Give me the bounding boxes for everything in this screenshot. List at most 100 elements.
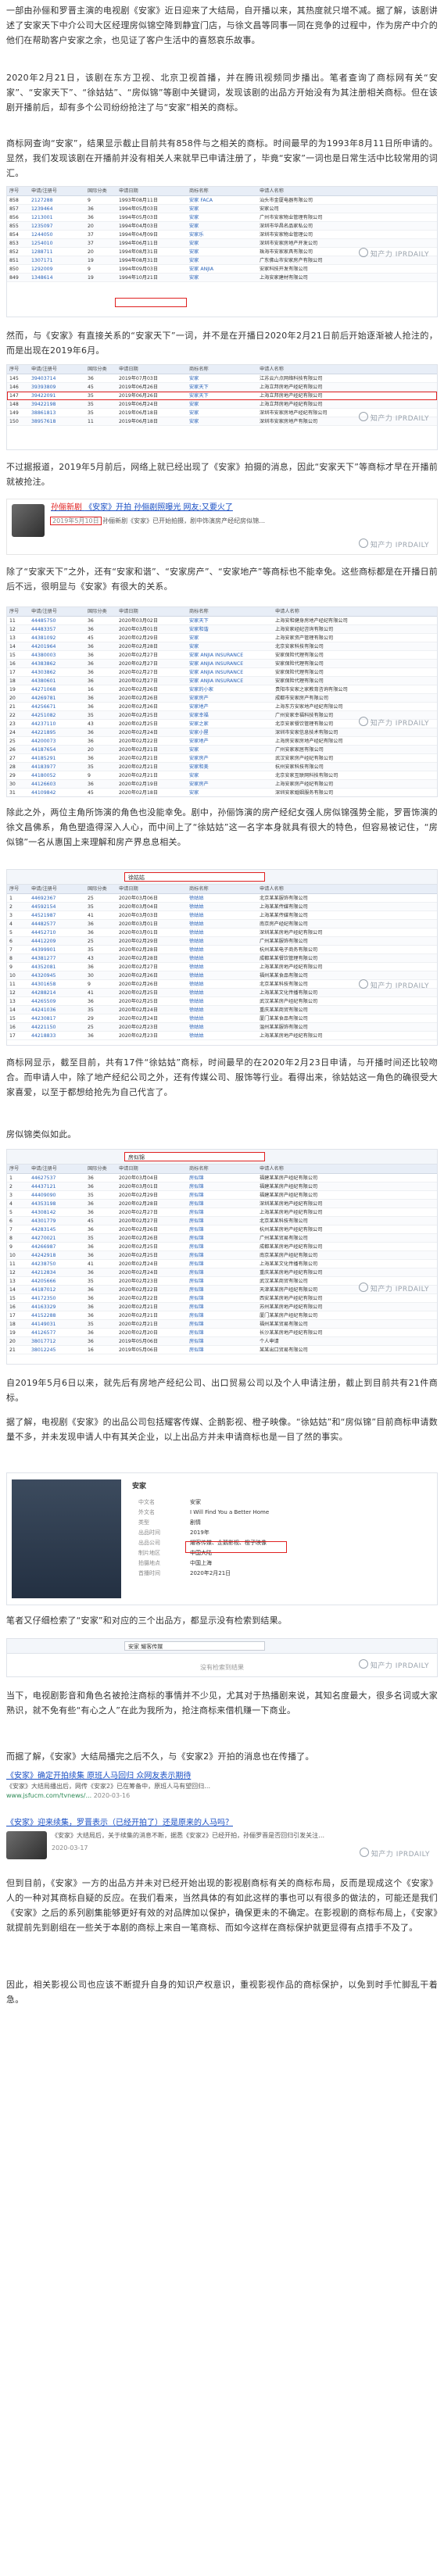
table-row[interactable]: 146 39393809 45 2019年06月26日 安家天下 上海立邦房地产经纪有限公… bbox=[7, 382, 437, 392]
table-row[interactable]: 17 44303862 36 2020年02月27日 安家 ANJIA INSURANC… bbox=[7, 667, 437, 677]
table-row[interactable]: 17 44152288 36 2020年02月21日 房似锦 厦门某某房产经纪有限公司 bbox=[7, 1311, 437, 1320]
table-row[interactable]: 16 44163329 36 2020年02月21日 房似锦 苏州某某房地产经纪有限公司 bbox=[7, 1302, 437, 1311]
table-row[interactable]: 3 44521987 41 2020年03月03日 徐姑姑 上海某某传媒有限公司 bbox=[7, 911, 437, 920]
table-row[interactable]: 14 44241036 35 2020年02月24日 徐姑姑 重庆某某商贸有限公司 bbox=[7, 1005, 437, 1014]
table-row[interactable]: 2 44437121 36 2020年03月01日 房似锦 福建某某房产经纪有限公司 bbox=[7, 1182, 437, 1191]
column-header: 国际分类 bbox=[85, 1165, 116, 1174]
table-row[interactable]: 5 44452710 36 2020年03月01日 徐姑姑 深圳某某房地产经纪有限公司 bbox=[7, 928, 437, 937]
table-row[interactable]: 8 44381277 43 2020年02月28日 徐姑姑 成都某某餐饮管理有限公司 bbox=[7, 953, 437, 963]
table-row[interactable]: 855 1235097 20 1994年04月03日 安家 深圳市华昌名品家私公司 bbox=[7, 221, 437, 231]
table-cell: 2020年03月01日 bbox=[116, 624, 187, 634]
table-cell: 安家和谐 bbox=[187, 624, 273, 634]
table-row[interactable]: 4 44482577 36 2020年03月01日 徐姑姑 南京房产经纪有限公司 bbox=[7, 919, 437, 928]
table-row[interactable]: 25 44200073 36 2020年02月22日 安家地产 上海房安家房地产经纪有限公… bbox=[7, 736, 437, 746]
table-cell: 2020年02月23日 bbox=[116, 1276, 187, 1286]
search-input[interactable]: 房似锦 bbox=[124, 1152, 265, 1161]
table-row[interactable]: 31 44109842 45 2020年02月18日 安家 深圳安家婚姻服务有限公司 bbox=[7, 788, 437, 796]
table-cell: 44352081 bbox=[29, 962, 85, 971]
table-row[interactable]: 148 39422198 35 2019年06月24日 安家 上海立邦房地产经纪有限公司 bbox=[7, 399, 437, 409]
table-row[interactable]: 19 44126577 36 2020年02月20日 房似锦 长沙某某房地产经纪有限公司 bbox=[7, 1328, 437, 1337]
table-row[interactable]: 857 1239464 36 1994年05月03日 安家 安家公司 bbox=[7, 204, 437, 213]
table-row[interactable]: 20 44269781 36 2020年02月26日 安家房产 成都市安家房产有限公司 bbox=[7, 693, 437, 703]
table-row[interactable]: 27 44185291 36 2020年02月21日 安家房产 武汉安家房产经纪有限公司 bbox=[7, 753, 437, 763]
table-row[interactable]: 19 44271068 16 2020年02月26日 安家的小家 贵阳市安家之家教育咨询有… bbox=[7, 685, 437, 694]
table-row[interactable]: 9 44266987 36 2020年02月25日 房似锦 成都某某房地产经纪有限公司 bbox=[7, 1242, 437, 1251]
table-row[interactable]: 12 44212834 36 2020年02月24日 房似锦 重庆某某房地产经纪有限公司 bbox=[7, 1268, 437, 1277]
table-cell: 22 bbox=[7, 710, 29, 720]
table-cell: 成都市安家房产有限公司 bbox=[273, 693, 437, 703]
table-row[interactable]: 854 1244050 37 1994年04月09日 安家乐 深圳市安家物业管理公司 bbox=[7, 230, 437, 239]
table-cell: 徐姑姑 bbox=[187, 996, 257, 1006]
table-row[interactable]: 3244096213362020年02月18日安家安家保险代理有限公司 bbox=[7, 797, 437, 798]
table-row[interactable]: 3 44409090 35 2020年02月29日 房似锦 福建某某房产经纪有限公司 bbox=[7, 1190, 437, 1200]
table-row[interactable]: 18 44149031 35 2020年02月21日 房似锦 福州某某贸易有限公司 bbox=[7, 1319, 437, 1329]
table-row[interactable]: 6 44301779 45 2020年02月27日 房似锦 北京某某科技有限公司 bbox=[7, 1216, 437, 1225]
table-row[interactable]: 13 44381092 45 2020年02月29日 安家 上海安家资产管理有限公司 bbox=[7, 633, 437, 642]
table-cell: 房似锦 bbox=[187, 1345, 257, 1354]
table-row[interactable]: 853 1254010 37 1994年06月11日 安家 深圳市安家房地产开发公司 bbox=[7, 238, 437, 248]
table-cell: 36 bbox=[85, 624, 116, 634]
table-row[interactable]: 6 44412209 25 2020年02月29日 徐姑姑 广州某某服饰有限公司 bbox=[7, 936, 437, 946]
table-cell: 44270021 bbox=[29, 1233, 85, 1243]
table-row[interactable]: 16 44221150 25 2020年02月23日 徐姑姑 温州某某服饰有限公司 bbox=[7, 1022, 437, 1032]
table-row[interactable]: 28 44183977 35 2020年02月21日 安家和美 杭州安家科技有限公司 bbox=[7, 762, 437, 771]
table-cell: 44381092 bbox=[29, 633, 85, 642]
table-row[interactable]: 11 44238750 41 2020年02月24日 房似锦 上海某某文化传播有限公司 bbox=[7, 1259, 437, 1268]
paragraph-conclusion: 因此，相关影视公司也应该不断提升自身的知识产权意识，重视影视作品的商标保护，以免… bbox=[6, 1980, 438, 2005]
table-row[interactable]: 17 44218833 36 2020年02月23日 徐姑姑 上海某某房地产经纪有限公司 bbox=[7, 1031, 437, 1040]
table-cell: 28 bbox=[7, 762, 29, 771]
table-row[interactable]: 856 1213001 36 1994年05月03日 安家 广州市安家物业管理有限公司 bbox=[7, 213, 437, 222]
table-row[interactable]: 12 44483357 36 2020年03月01日 安家和谐 上海安家经纪咨询有限公司 bbox=[7, 624, 437, 634]
table-row[interactable]: 15 44380003 36 2020年02月27日 安家 ANJIA INSURANC… bbox=[7, 650, 437, 660]
table-row[interactable]: 15 44230817 29 2020年02月24日 徐姑姑 厦门某某食品有限公司 bbox=[7, 1014, 437, 1023]
table-row[interactable]: 1 44627537 36 2020年03月04日 房似锦 福建某某房产经纪有限公司 bbox=[7, 1173, 437, 1182]
news-card-filming[interactable]: 孙俪新剧 《安家》开拍 孙俪剧照曝光 网友:又要火了 2019年5月10日 孙俪… bbox=[6, 499, 438, 555]
table-row[interactable]: 30 44126603 36 2020年02月19日 安家房产 上海安家房产经纪有限公司 bbox=[7, 779, 437, 789]
news-card-sequel[interactable]: 《安家》确定开拍续集 原班人马回归 众网友表示期待 《安家》大结局播出后，网传《… bbox=[6, 1771, 438, 1812]
table-row[interactable]: 26 44187654 20 2020年02月21日 安家 广州安家家居有限公司 bbox=[7, 745, 437, 754]
search-input[interactable]: 徐姑姑 bbox=[124, 872, 265, 882]
news-title-link[interactable]: 《安家》确定开拍续集 原班人马回归 众网友表示期待 bbox=[6, 1771, 438, 1782]
table-row[interactable]: 4 44353198 36 2020年02月28日 房似锦 深圳某某房地产经纪有限公司 bbox=[7, 1199, 437, 1208]
table-row[interactable]: 11 44485750 36 2020年03月02日 安家天下 上海安和健身房地产经纪有限… bbox=[7, 616, 437, 625]
table-row[interactable]: 14 44201964 36 2020年02月28日 安家 北京安家科技有限公司 bbox=[7, 642, 437, 651]
table-row[interactable]: 8 44270021 35 2020年02月26日 房似锦 广州某某贸易有限公司 bbox=[7, 1233, 437, 1243]
table-row[interactable]: 858 2127288 9 1993年08月11日 安家 FACA 汕头市金厦电器有限公司 bbox=[7, 195, 437, 205]
table-cell: 6 bbox=[7, 936, 29, 946]
table-row[interactable]: 850 1292009 9 1994年09月03日 安家 ANJIA 安家科技开发有限公司 bbox=[7, 264, 437, 274]
table-row[interactable]: 7 44399901 35 2020年02月28日 徐姑姑 杭州某某电子商务有限公司 bbox=[7, 945, 437, 954]
table-cell: 1239464 bbox=[29, 204, 85, 213]
search-input[interactable]: 安家 耀客传媒 bbox=[124, 1641, 265, 1651]
table-row[interactable]: 13 44265509 36 2020年02月25日 徐姑姑 武汉某某房产经纪有限公司 bbox=[7, 996, 437, 1006]
table-row[interactable]: 9 44352081 36 2020年02月27日 徐姑姑 上海某某房地产经纪有限公司 bbox=[7, 962, 437, 971]
search-bar: 安家 耀客传媒 bbox=[7, 1639, 437, 1654]
table-cell: 36 bbox=[85, 650, 116, 660]
table-cell: 2019年07月03日 bbox=[116, 374, 187, 383]
paragraph-fangsijin-count: 自2019年5月6日以来，就先后有房地产经纪公司、出口贸易公司以及个人申请注册，… bbox=[6, 1378, 438, 1403]
table-body: 1 44627537 36 2020年03月04日 房似锦 福建某某房产经纪有限公司 2 44… bbox=[7, 1173, 437, 1354]
table-row[interactable]: 21 38012245 16 2019年05月06日 房似锦 某某出口贸易有限公司 bbox=[7, 1345, 437, 1354]
news-title-link[interactable]: 孙俪新剧 《安家》开拍 孙俪剧照曝光 网友:又要火了 bbox=[51, 503, 432, 513]
table-cell: 44205666 bbox=[29, 1276, 85, 1286]
table-row[interactable]: 29 44180052 9 2020年02月21日 安家 北京安家互联网科技有限公司 bbox=[7, 771, 437, 780]
table-row[interactable]: 10 44320945 30 2020年02月26日 徐姑姑 福州某某食品有限公司 bbox=[7, 971, 437, 980]
table-row[interactable]: 849 1348614 19 1994年10月21日 安家 上海安家建材有限公司 bbox=[7, 273, 437, 282]
table-body: 11 44485750 36 2020年03月02日 安家天下 上海安和健身房地产经纪有限… bbox=[7, 616, 437, 798]
table-row[interactable]: 10 44242918 36 2020年02月25日 房似锦 南京某某房产经纪有限公司 bbox=[7, 1250, 437, 1260]
table-row[interactable]: 18 44380601 36 2020年02月27日 安家 ANJIA INSURANC… bbox=[7, 676, 437, 685]
table-row[interactable]: 7 44283145 36 2020年02月26日 房似锦 杭州某某房地产经纪有限公司 bbox=[7, 1225, 437, 1234]
table-row[interactable]: 1 44692367 25 2020年03月06日 徐姑姑 北京某某服饰有限公司 bbox=[7, 893, 437, 903]
table-row[interactable]: 20 38017712 36 2019年05月06日 房似锦 个人申请 bbox=[7, 1336, 437, 1346]
table-header-row: 序号 申请/注册号 国际分类 申请日期 商标名称 申请人名称 bbox=[7, 607, 437, 617]
table-row[interactable]: 21 44256671 36 2020年02月26日 安家地产 上海东方安家地产经纪有限公… bbox=[7, 702, 437, 711]
table-row[interactable]: 5 44308142 36 2020年02月27日 房似锦 上海某某房地产经纪有限公司 bbox=[7, 1208, 437, 1217]
table-row[interactable]: 147 39422091 35 2019年06月26日 安家天下 上海立邦房地产经纪有限公… bbox=[7, 391, 437, 400]
table-row[interactable]: 2 44592154 35 2020年03月04日 徐姑姑 上海某某传媒有限公司 bbox=[7, 902, 437, 911]
table-row[interactable]: 16 44383862 36 2020年02月27日 安家 ANJIA INSURANC… bbox=[7, 659, 437, 668]
news-title-link[interactable]: 《安家》迎来续集，罗晋表示（已经开拍了）还是原来的人马吗？ bbox=[6, 1818, 438, 1829]
table-cell: 13 bbox=[7, 633, 29, 642]
table-cell: 19 bbox=[85, 273, 116, 282]
news-card-sequel-2[interactable]: 《安家》迎来续集，罗晋表示（已经开拍了）还是原来的人马吗？ 《安家》大结局后，关… bbox=[6, 1818, 438, 1865]
table-row[interactable]: 145 39403714 36 2019年07月03日 安家 江苏云六点网络科技有限公司 bbox=[7, 374, 437, 383]
table-cell: 19 bbox=[7, 685, 29, 694]
